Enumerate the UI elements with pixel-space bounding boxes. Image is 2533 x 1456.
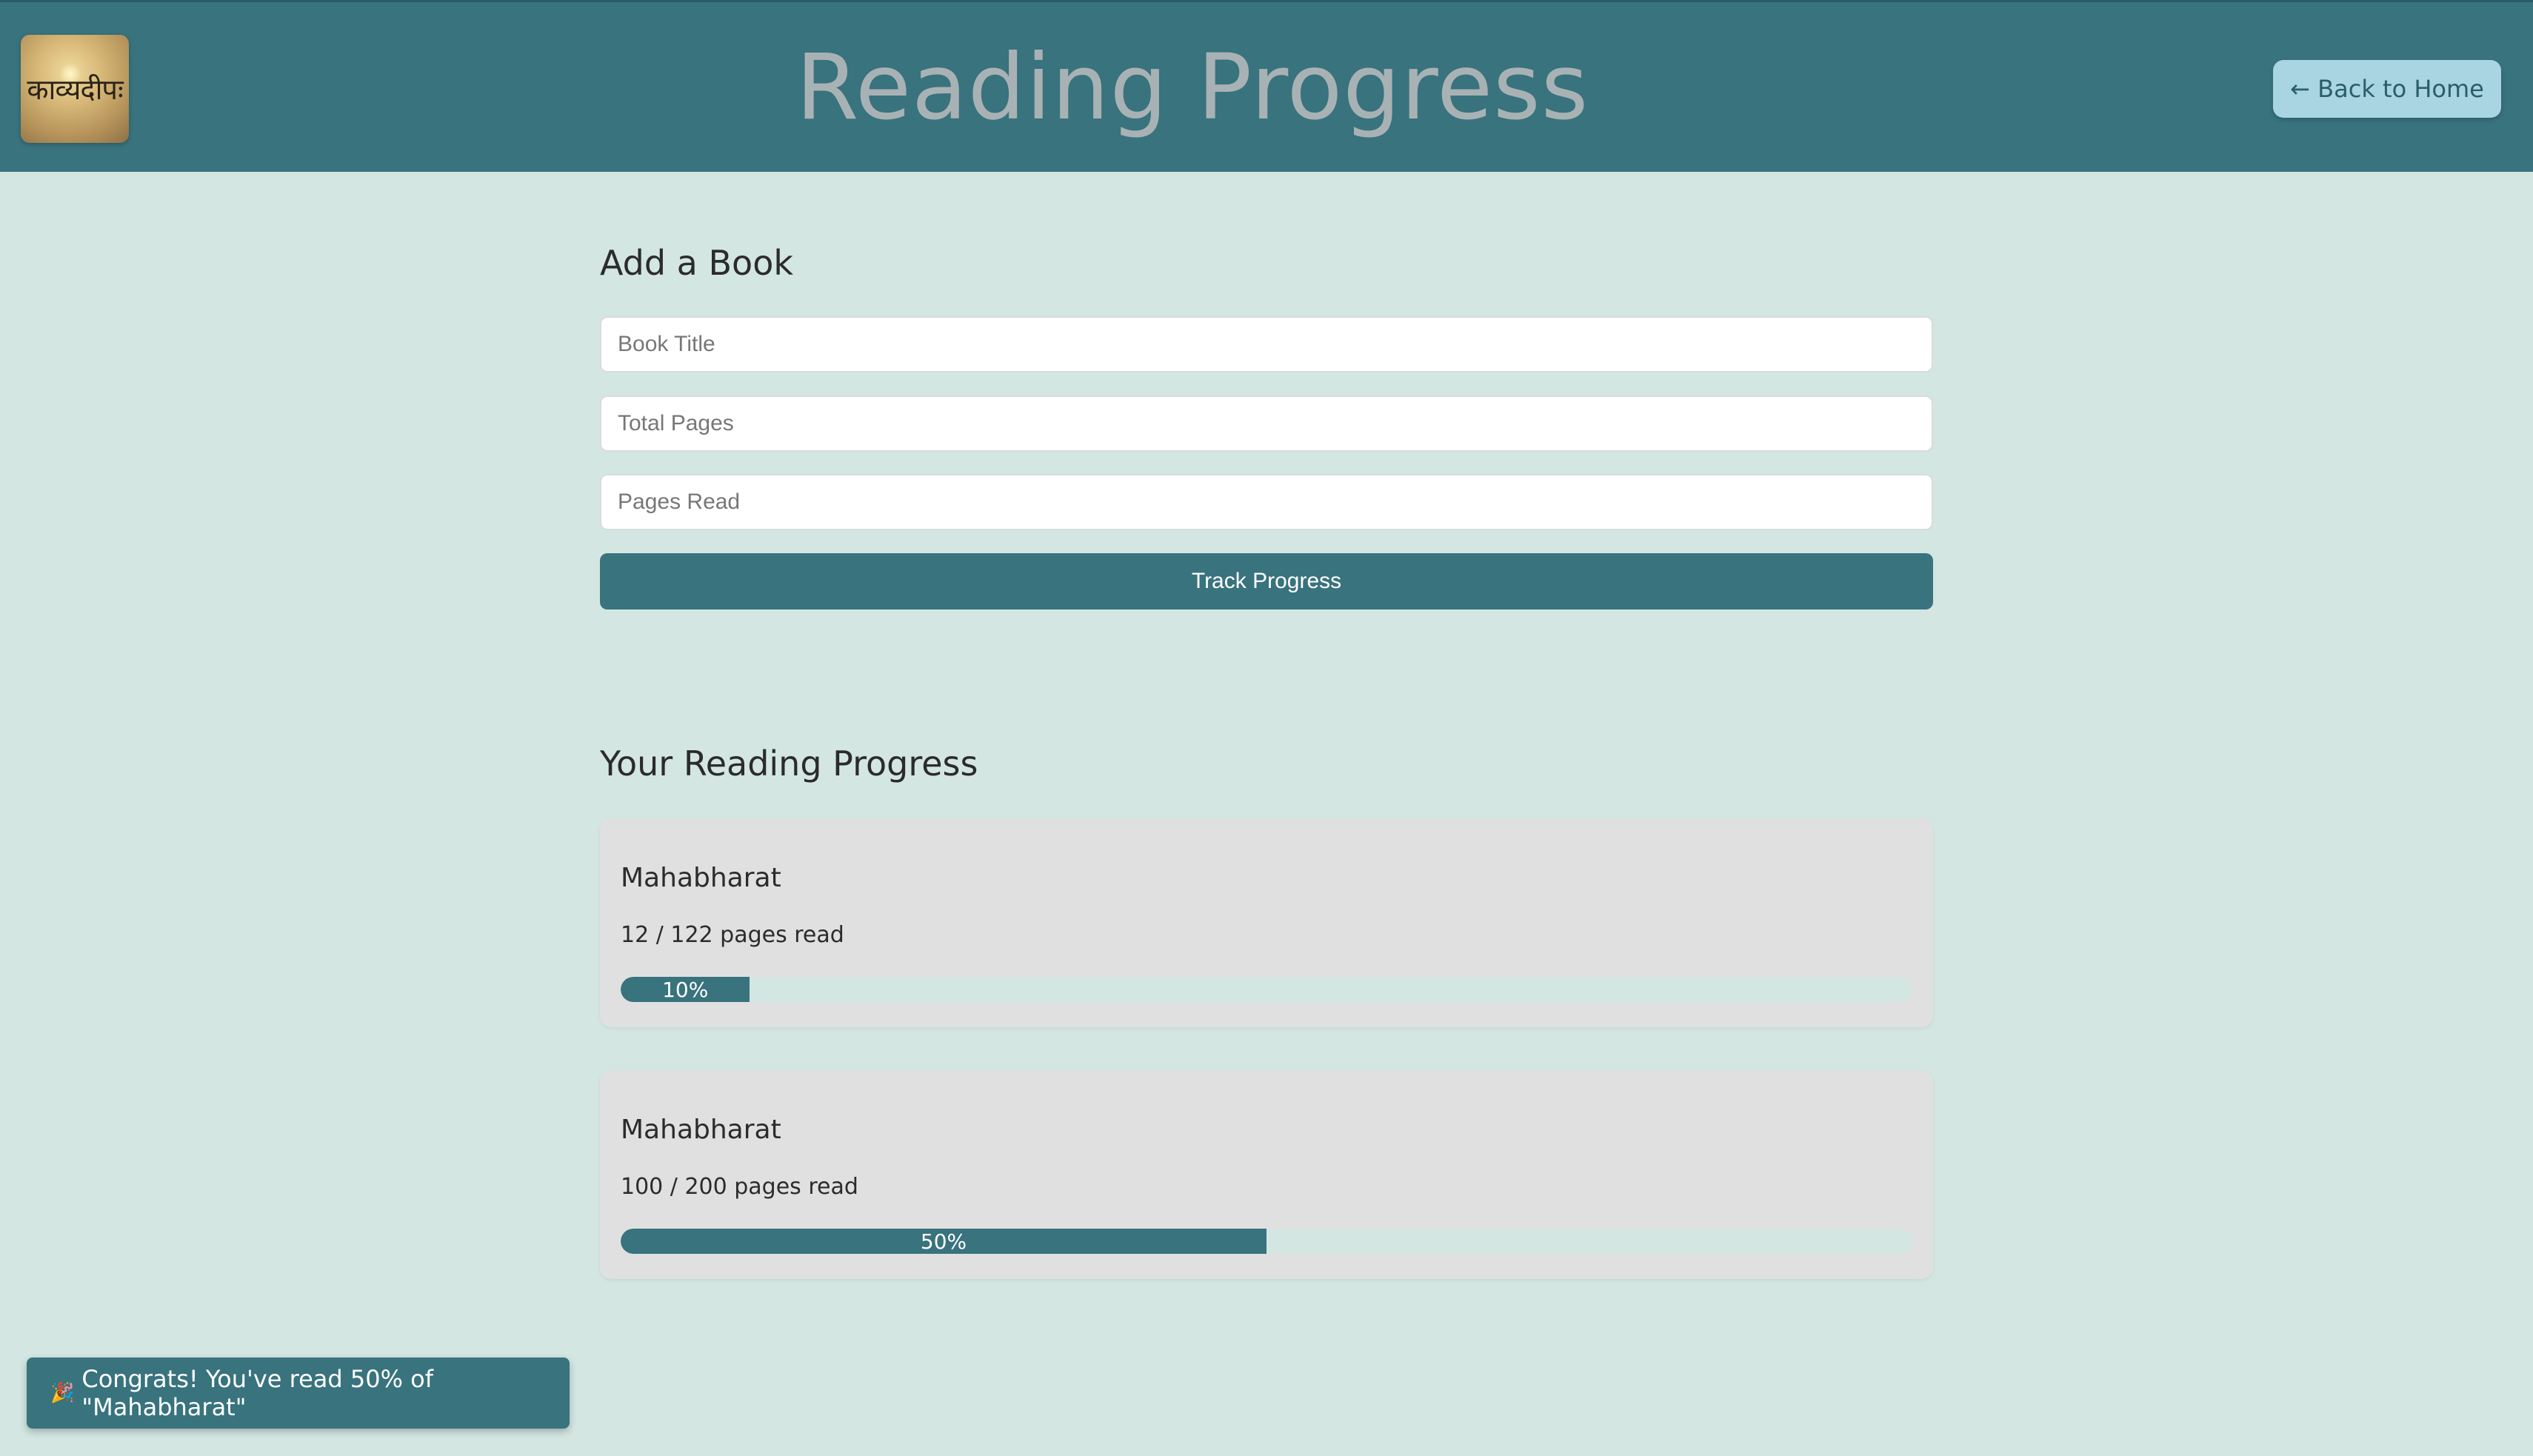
app-header: काव्यदीपः Reading Progress ← Back to Hom… <box>0 0 2533 172</box>
party-popper-icon: 🎉 <box>50 1382 75 1404</box>
book-title-input[interactable] <box>600 316 1933 373</box>
back-to-home-button[interactable]: ← Back to Home <box>2273 60 2501 118</box>
book-card: Mahabharat 100 / 200 pages read 50% <box>600 1070 1933 1279</box>
page-title: Reading Progress <box>795 35 1589 140</box>
book-title: Mahabharat <box>621 863 781 893</box>
progress-percent-label: 10% <box>662 977 709 1002</box>
track-progress-button[interactable]: Track Progress <box>600 553 1933 610</box>
book-title: Mahabharat <box>621 1115 781 1145</box>
progress-bar-fill: 50% <box>621 1229 1266 1254</box>
progress-bar-fill: 10% <box>621 977 750 1002</box>
add-book-heading: Add a Book <box>600 243 793 283</box>
pages-read-text: 100 / 200 pages read <box>621 1174 858 1200</box>
book-card: Mahabharat 12 / 122 pages read 10% <box>600 818 1933 1027</box>
pages-read-input[interactable] <box>600 474 1933 530</box>
pages-read-text: 12 / 122 pages read <box>621 922 844 948</box>
progress-percent-label: 50% <box>920 1229 967 1254</box>
toast-text: Congrats! You've read 50% of "Mahabharat… <box>81 1365 433 1421</box>
congrats-toast: 🎉 Congrats! You've read 50% of "Mahabhar… <box>27 1358 570 1429</box>
progress-bar-track: 50% <box>621 1229 1912 1254</box>
reading-progress-heading: Your Reading Progress <box>600 744 978 784</box>
total-pages-input[interactable] <box>600 395 1933 452</box>
progress-bar-track: 10% <box>621 977 1912 1002</box>
